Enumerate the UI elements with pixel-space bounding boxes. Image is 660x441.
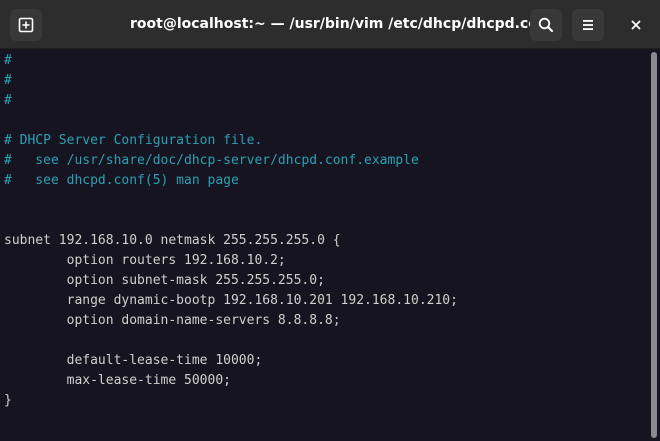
new-tab-icon xyxy=(18,17,34,33)
hamburger-menu-icon xyxy=(583,20,593,30)
code-line: option routers 192.168.10.2; xyxy=(4,253,286,268)
vim-editor-area[interactable]: # # # # DHCP Server Configuration file. # se… xyxy=(0,49,648,441)
terminal-window: root@localhost:~ — /usr/bin/vim /etc/dhc… xyxy=(0,0,660,441)
code-line: } xyxy=(4,393,12,408)
close-button[interactable] xyxy=(620,9,652,41)
comment-line: # see /usr/share/doc/dhcp-server/dhcpd.c… xyxy=(4,153,419,168)
code-line: range dynamic-bootp 192.168.10.201 192.1… xyxy=(4,293,458,308)
code-line: option domain-name-servers 8.8.8.8; xyxy=(4,313,341,328)
scrollbar-thumb[interactable] xyxy=(651,52,657,438)
vertical-scrollbar[interactable] xyxy=(648,49,660,441)
code-line: default-lease-time 10000; xyxy=(4,353,263,368)
search-button[interactable] xyxy=(530,9,562,41)
window-title: root@localhost:~ — /usr/bin/vim /etc/dhc… xyxy=(130,16,554,32)
comment-line: # DHCP Server Configuration file. xyxy=(4,133,263,148)
new-tab-button[interactable] xyxy=(10,9,42,41)
close-icon xyxy=(631,20,641,30)
search-icon xyxy=(538,17,553,32)
header-bar: root@localhost:~ — /usr/bin/vim /etc/dhc… xyxy=(0,0,660,49)
comment-line: # xyxy=(4,53,12,68)
comment-line: # xyxy=(4,93,12,108)
menu-button[interactable] xyxy=(572,9,604,41)
comment-line: # see dhcpd.conf(5) man page xyxy=(4,173,239,188)
code-line: subnet 192.168.10.0 netmask 255.255.255.… xyxy=(4,233,341,248)
code-line: max-lease-time 50000; xyxy=(4,373,231,388)
comment-line: # xyxy=(4,73,12,88)
code-line: option subnet-mask 255.255.255.0; xyxy=(4,273,325,288)
